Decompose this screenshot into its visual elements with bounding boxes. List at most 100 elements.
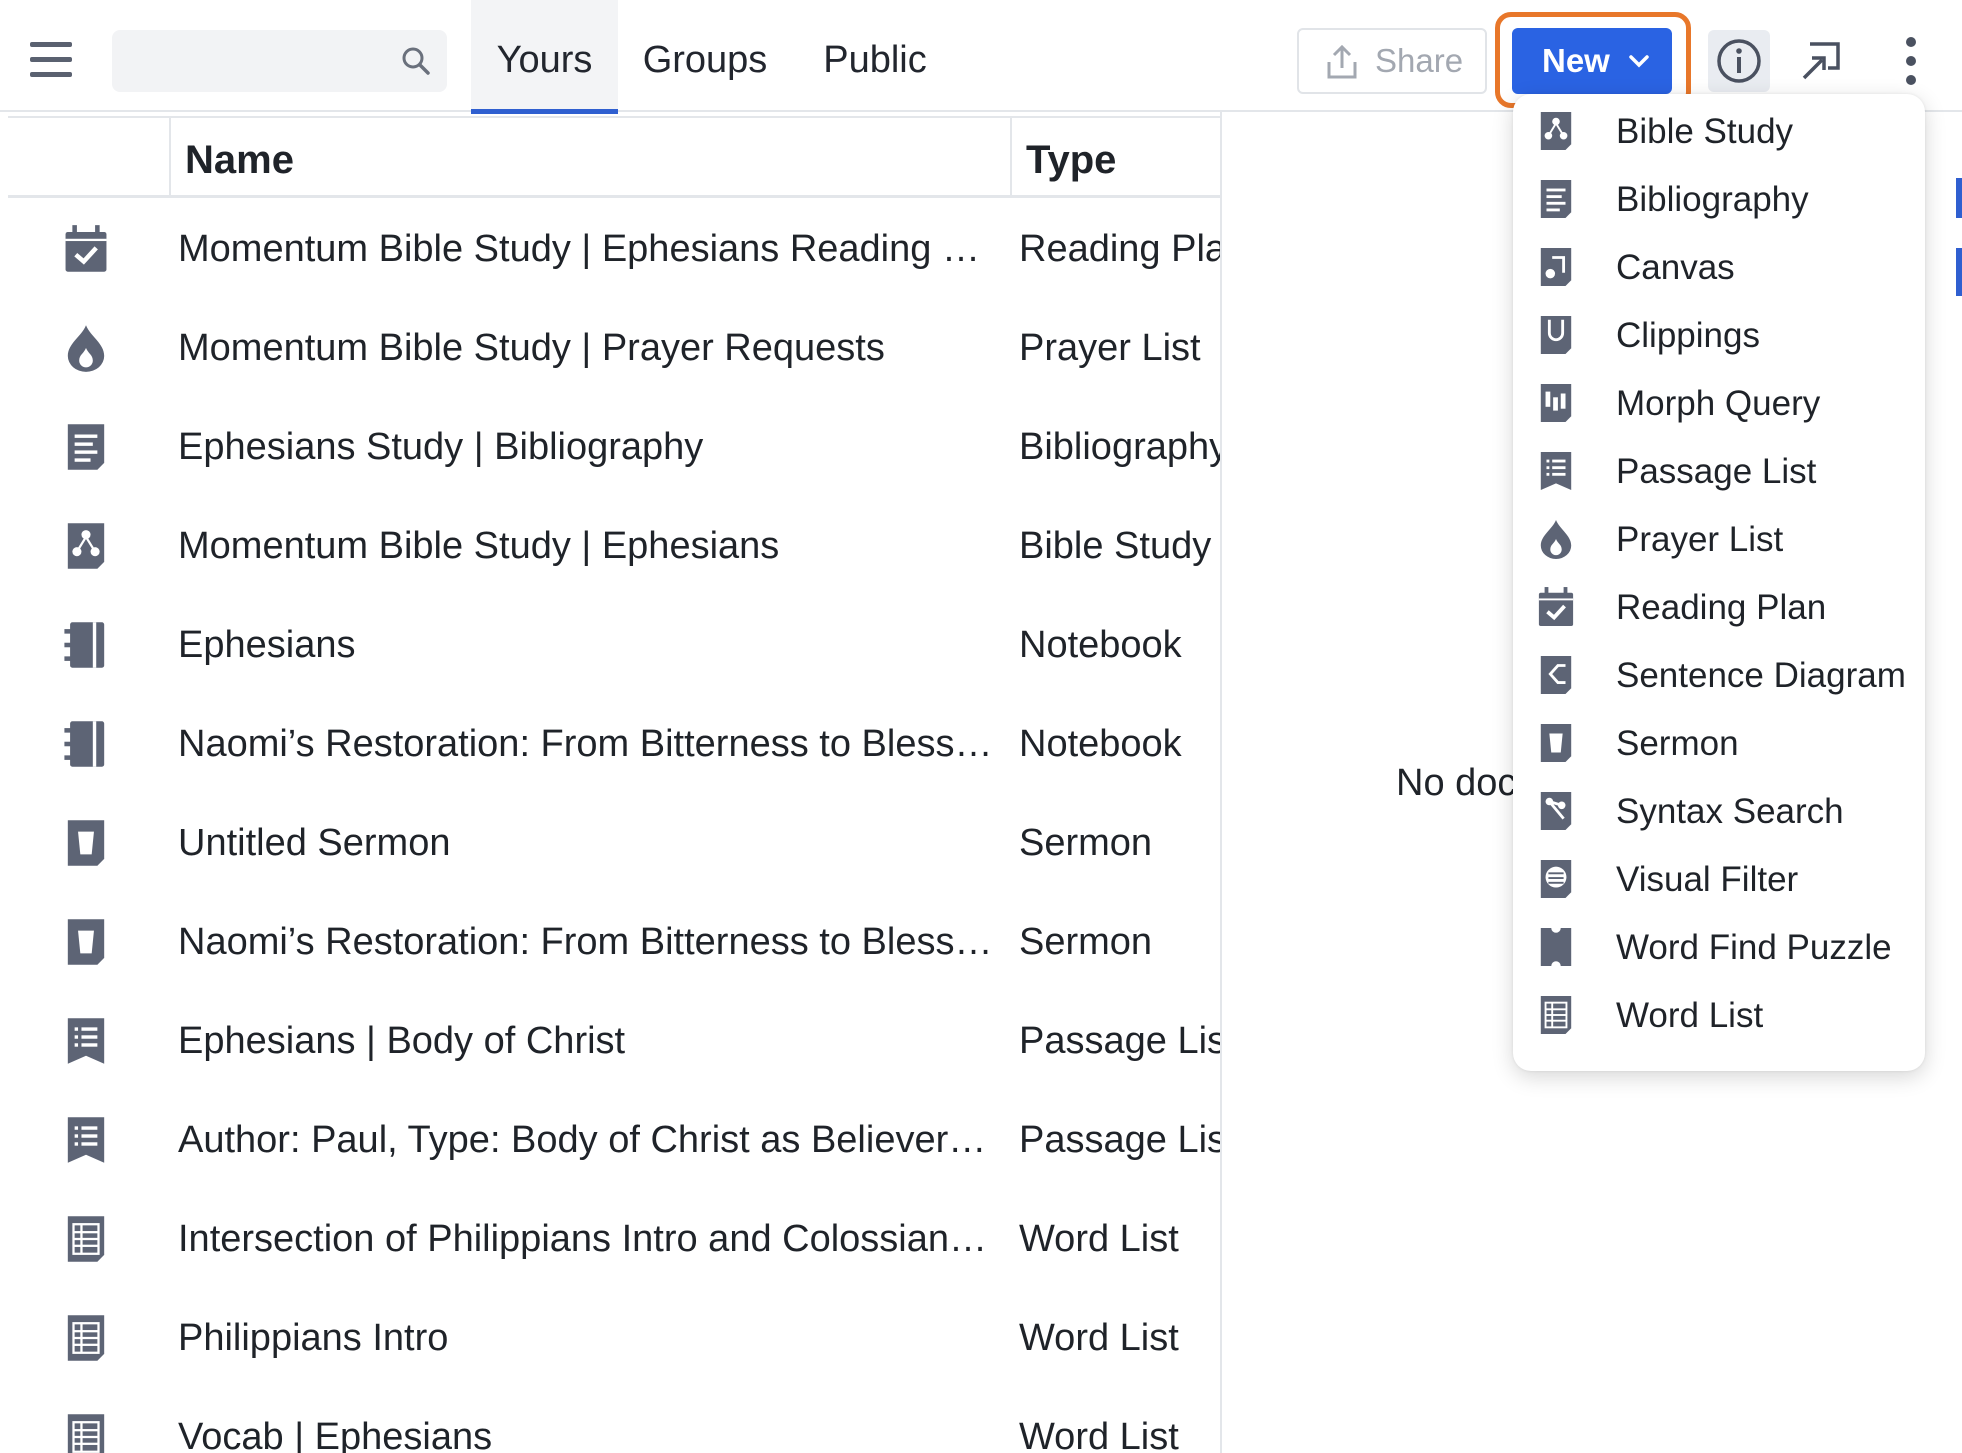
share-icon xyxy=(1327,44,1357,79)
sermon-icon xyxy=(1537,720,1575,766)
canvas-icon xyxy=(1537,244,1575,290)
column-header-type[interactable]: Type xyxy=(1026,118,1116,198)
prayer-list-icon xyxy=(1537,516,1575,562)
passage-list-icon xyxy=(62,1016,110,1066)
word-list-icon xyxy=(62,1313,110,1363)
notebook-icon xyxy=(62,620,110,670)
row-name: Momentum Bible Study | Ephesians Reading… xyxy=(178,228,993,270)
menu-item-syntax-search[interactable]: Syntax Search xyxy=(1513,778,1925,846)
more-vertical-icon xyxy=(1906,37,1916,85)
menu-item-reading-plan[interactable]: Reading Plan xyxy=(1513,574,1925,642)
tab-public[interactable]: Public xyxy=(805,0,945,112)
passage-list-icon xyxy=(62,1115,110,1165)
passage-list-icon xyxy=(1537,448,1575,494)
table-row[interactable]: Ephesians | Body of Christ Passage List xyxy=(0,992,1222,1091)
row-name: Untitled Sermon xyxy=(178,822,451,864)
tab-groups[interactable]: Groups xyxy=(630,0,780,112)
row-name: Naomi’s Restoration: From Bitterness to … xyxy=(178,921,993,963)
row-type: Word List xyxy=(1019,1218,1179,1260)
row-type: Passage List xyxy=(1019,1020,1222,1062)
table-row[interactable]: Momentum Bible Study | Ephesians Reading… xyxy=(0,200,1220,299)
menu-item-label: Sentence Diagram xyxy=(1616,656,1906,695)
tab-yours[interactable]: Yours xyxy=(471,0,618,114)
menu-item-label: Canvas xyxy=(1616,248,1735,287)
row-name: Ephesians | Body of Christ xyxy=(178,1020,626,1062)
chevron-down-icon xyxy=(1629,55,1649,68)
menu-item-prayer-list[interactable]: Prayer List xyxy=(1513,506,1925,574)
table-row[interactable]: Vocab | Ephesians Word List xyxy=(0,1388,1220,1453)
row-type: Bible Study xyxy=(1019,525,1212,567)
morph-query-icon xyxy=(1537,380,1575,426)
menu-icon[interactable] xyxy=(30,40,78,80)
bibliography-icon xyxy=(1537,176,1575,222)
bible-study-icon xyxy=(1537,108,1575,154)
menu-item-canvas[interactable]: Canvas xyxy=(1513,234,1925,302)
column-divider xyxy=(1010,118,1012,198)
cast-button[interactable] xyxy=(1790,30,1852,92)
menu-item-visual-filter[interactable]: Visual Filter xyxy=(1513,846,1925,914)
table-row[interactable]: Ephesians Study | Bibliography Bibliograp… xyxy=(0,398,1222,497)
row-type: Reading Plan xyxy=(1019,228,1220,270)
menu-item-sermon[interactable]: Sermon xyxy=(1513,710,1925,778)
table-row[interactable]: Momentum Bible Study | Ephesians Bible St… xyxy=(0,497,1220,596)
table-row[interactable]: Author: Paul, Type: Body of Christ as Be… xyxy=(0,1091,1222,1190)
empty-detail-text: No doc xyxy=(1396,762,1517,804)
menu-item-label: Bibliography xyxy=(1616,180,1809,219)
reading-plan-icon xyxy=(62,224,110,274)
more-options-button[interactable] xyxy=(1880,30,1942,92)
menu-item-bible-study[interactable]: Bible Study xyxy=(1513,98,1925,166)
row-name: Ephesians xyxy=(178,624,356,666)
table-header: Name Type xyxy=(8,116,1220,198)
clippings-icon xyxy=(1537,312,1575,358)
row-type: Bibliography xyxy=(1019,426,1222,468)
row-type: Passage List xyxy=(1019,1119,1222,1161)
new-button[interactable]: New xyxy=(1512,28,1672,94)
menu-item-label: Syntax Search xyxy=(1616,792,1844,831)
table-row[interactable]: Intersection of Philippians Intro and Co… xyxy=(0,1190,1220,1289)
reading-plan-icon xyxy=(1537,584,1575,630)
word-list-icon xyxy=(62,1214,110,1264)
menu-item-label: Sermon xyxy=(1616,724,1739,763)
info-icon xyxy=(1717,39,1761,83)
menu-item-passage-list[interactable]: Passage List xyxy=(1513,438,1925,506)
word-find-puzzle-icon xyxy=(1537,924,1575,970)
table-row[interactable]: Untitled Sermon Sermon xyxy=(0,794,1220,893)
word-list-icon xyxy=(62,1412,110,1453)
info-button[interactable] xyxy=(1708,30,1770,92)
row-name: Philippians Intro xyxy=(178,1317,449,1359)
row-name: Author: Paul, Type: Body of Christ as Be… xyxy=(178,1119,993,1161)
menu-item-label: Morph Query xyxy=(1616,384,1821,423)
menu-item-label: Word Find Puzzle xyxy=(1616,928,1892,967)
row-name: Naomi’s Restoration: From Bitterness to … xyxy=(178,723,993,765)
menu-item-sentence-diagram[interactable]: Sentence Diagram xyxy=(1513,642,1925,710)
row-name: Vocab | Ephesians xyxy=(178,1416,493,1453)
menu-item-label: Bible Study xyxy=(1616,112,1794,151)
menu-item-word-find-puzzle[interactable]: Word Find Puzzle xyxy=(1513,914,1925,982)
table-row[interactable]: Naomi’s Restoration: From Bitterness to … xyxy=(0,695,1220,794)
row-name: Intersection of Philippians Intro and Co… xyxy=(178,1218,988,1260)
table-row[interactable]: Naomi’s Restoration: From Bitterness to … xyxy=(0,893,1220,992)
menu-item-clippings[interactable]: Clippings xyxy=(1513,302,1925,370)
row-type: Word List xyxy=(1019,1317,1179,1359)
notebook-icon xyxy=(62,719,110,769)
menu-item-morph-query[interactable]: Morph Query xyxy=(1513,370,1925,438)
table-row[interactable]: Ephesians Notebook xyxy=(0,596,1220,695)
bible-study-icon xyxy=(62,521,110,571)
search-input[interactable] xyxy=(112,30,447,92)
prayer-list-icon xyxy=(62,323,110,373)
row-name: Momentum Bible Study | Ephesians xyxy=(178,525,780,567)
row-type: Sermon xyxy=(1019,822,1153,864)
row-type: Notebook xyxy=(1019,624,1182,666)
sermon-icon xyxy=(62,917,110,967)
menu-item-word-list[interactable]: Word List xyxy=(1513,982,1925,1050)
share-button[interactable]: Share xyxy=(1297,28,1487,94)
row-type: Sermon xyxy=(1019,921,1153,963)
side-panel-edge xyxy=(1956,248,1962,296)
menu-item-bibliography[interactable]: Bibliography xyxy=(1513,166,1925,234)
sermon-icon xyxy=(62,818,110,868)
table-row[interactable]: Momentum Bible Study | Prayer Requests Pr… xyxy=(0,299,1220,398)
menu-item-label: Passage List xyxy=(1616,452,1817,491)
syntax-search-icon xyxy=(1537,788,1575,834)
table-row[interactable]: Philippians Intro Word List xyxy=(0,1289,1220,1388)
column-header-name[interactable]: Name xyxy=(185,118,294,198)
